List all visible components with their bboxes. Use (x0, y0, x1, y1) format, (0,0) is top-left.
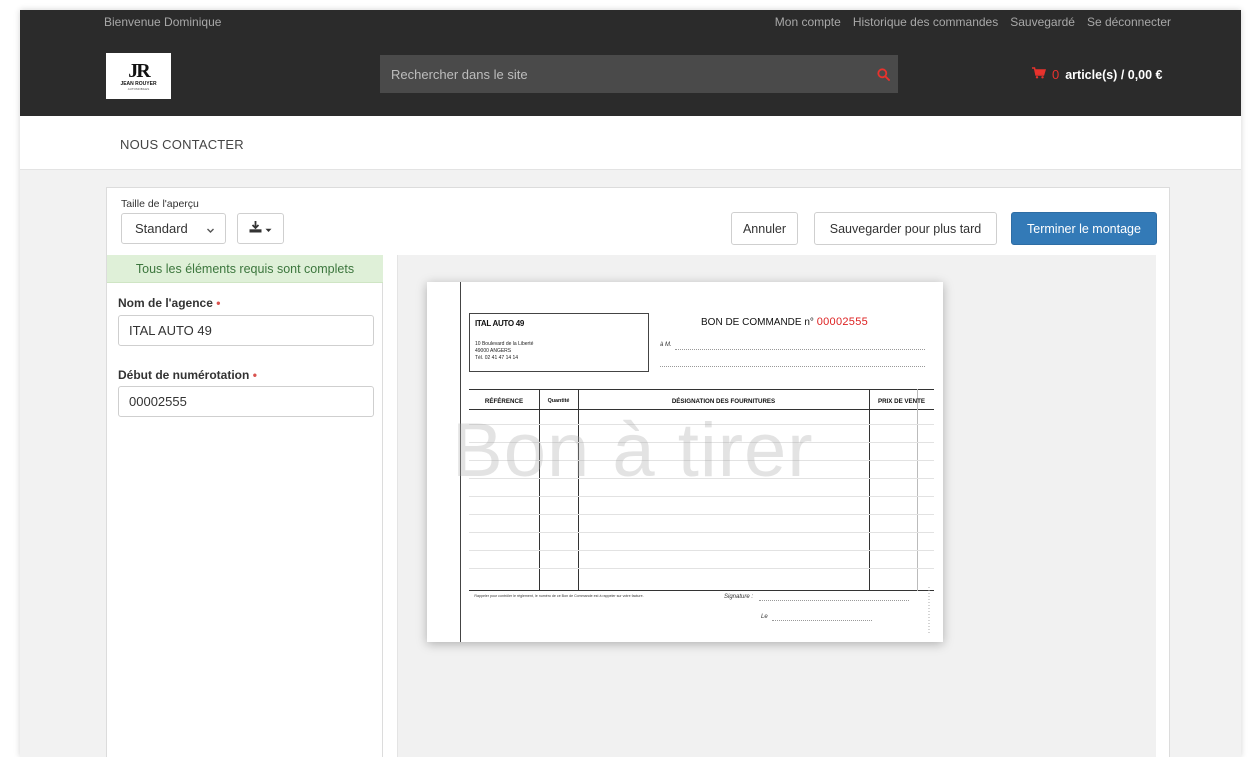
required-marker: • (216, 296, 221, 310)
preview-size-select[interactable]: Standard (121, 213, 226, 244)
chevron-down-icon (206, 223, 215, 238)
column-header-price: PRIX DE VENTE (877, 398, 926, 405)
recipient-line (675, 349, 925, 350)
cancel-button[interactable]: Annuler (731, 212, 798, 245)
recipient-label: à M. (660, 342, 672, 348)
main-nav: NOUS CONTACTER (20, 116, 1241, 170)
search-icon[interactable] (868, 55, 898, 93)
date-line (772, 620, 872, 621)
side-print-mark (927, 587, 931, 635)
agency-input[interactable] (118, 315, 374, 346)
signature-label: Signature : (724, 594, 754, 600)
preview-size-value: Standard (135, 221, 188, 236)
preview-area: ITAL AUTO 49 10 Boulevard de la Liberté … (397, 255, 1156, 757)
editor-panel: Taille de l'aperçu Standard Annuler Sauv… (106, 187, 1170, 757)
cart-total: article(s) / 0,00 € (1065, 67, 1163, 82)
table-row-line (469, 568, 934, 569)
table-row-line (469, 532, 934, 533)
download-button[interactable] (237, 213, 284, 244)
numbering-input[interactable] (118, 386, 374, 417)
issuer-box: ITAL AUTO 49 10 Boulevard de la Liberté … (469, 313, 649, 372)
logo-subtitle: AUTOMOBILES (127, 87, 150, 91)
caret-down-icon (265, 220, 272, 238)
document-title: BON DE COMMANDE n° 00002555 (701, 316, 868, 328)
table-column-divider (869, 389, 870, 591)
site-logo[interactable]: JR JEAN ROUYER AUTOMOBILES (106, 53, 171, 99)
app-window: Bienvenue Dominique Mon compte Historiqu… (20, 10, 1241, 757)
account-links: Mon compte Historique des commandes Sauv… (775, 15, 1171, 29)
footer-note: Rappeler pour contrôler le règlement, le… (474, 594, 644, 598)
saved-link[interactable]: Sauvegardé (1010, 15, 1075, 29)
issuer-city: 49000 ANGERS (475, 348, 512, 354)
document-preview: ITAL AUTO 49 10 Boulevard de la Liberté … (427, 282, 943, 642)
signature-line (759, 600, 909, 601)
numbering-label-text: Début de numérotation (118, 368, 250, 382)
table-row-line (469, 514, 934, 515)
document-number: 00002555 (816, 316, 869, 328)
table-column-divider (917, 389, 918, 591)
issuer-name: ITAL AUTO 49 (475, 319, 525, 328)
column-header-designation: DÉSIGNATION DES FOURNITURES (671, 398, 776, 405)
issuer-phone: Tél. 02 41 47 14 14 (475, 355, 519, 361)
date-label: Le (761, 614, 768, 620)
agency-label-text: Nom de l'agence (118, 296, 213, 310)
cart-icon (1032, 67, 1047, 82)
search-input[interactable] (380, 55, 868, 93)
download-icon (249, 220, 262, 238)
status-alert: Tous les éléments requis sont complets (107, 255, 383, 283)
column-header-quantity: Quantité (547, 398, 570, 404)
issuer-address: 10 Boulevard de la Liberté (475, 341, 534, 347)
form-panel: Tous les éléments requis sont complets N… (107, 255, 383, 757)
column-header-reference: RÉFÉRENCE (484, 398, 524, 405)
cart-count: 0 (1052, 67, 1060, 82)
numbering-field-label: Début de numérotation • (118, 368, 257, 382)
recipient-line (660, 366, 925, 367)
welcome-message: Bienvenue Dominique (104, 15, 222, 29)
top-header: Bienvenue Dominique Mon compte Historiqu… (20, 10, 1241, 116)
table-row-line (469, 550, 934, 551)
table-row-line (469, 496, 934, 497)
order-history-link[interactable]: Historique des commandes (853, 15, 998, 29)
search-bar (380, 55, 898, 93)
logo-monogram: JR (128, 60, 150, 82)
logout-link[interactable]: Se déconnecter (1087, 15, 1171, 29)
required-marker: • (252, 368, 257, 382)
contact-link[interactable]: NOUS CONTACTER (120, 137, 244, 152)
proof-watermark: Bon à tirer (452, 408, 814, 493)
cart-summary[interactable]: 0 article(s) / 0,00 € (1032, 67, 1163, 82)
my-account-link[interactable]: Mon compte (775, 15, 841, 29)
save-later-button[interactable]: Sauvegarder pour plus tard (814, 212, 997, 245)
preview-size-label: Taille de l'aperçu (121, 198, 199, 210)
document-title-text: BON DE COMMANDE n° (701, 317, 814, 328)
finish-button[interactable]: Terminer le montage (1011, 212, 1157, 245)
agency-field-label: Nom de l'agence • (118, 296, 220, 310)
